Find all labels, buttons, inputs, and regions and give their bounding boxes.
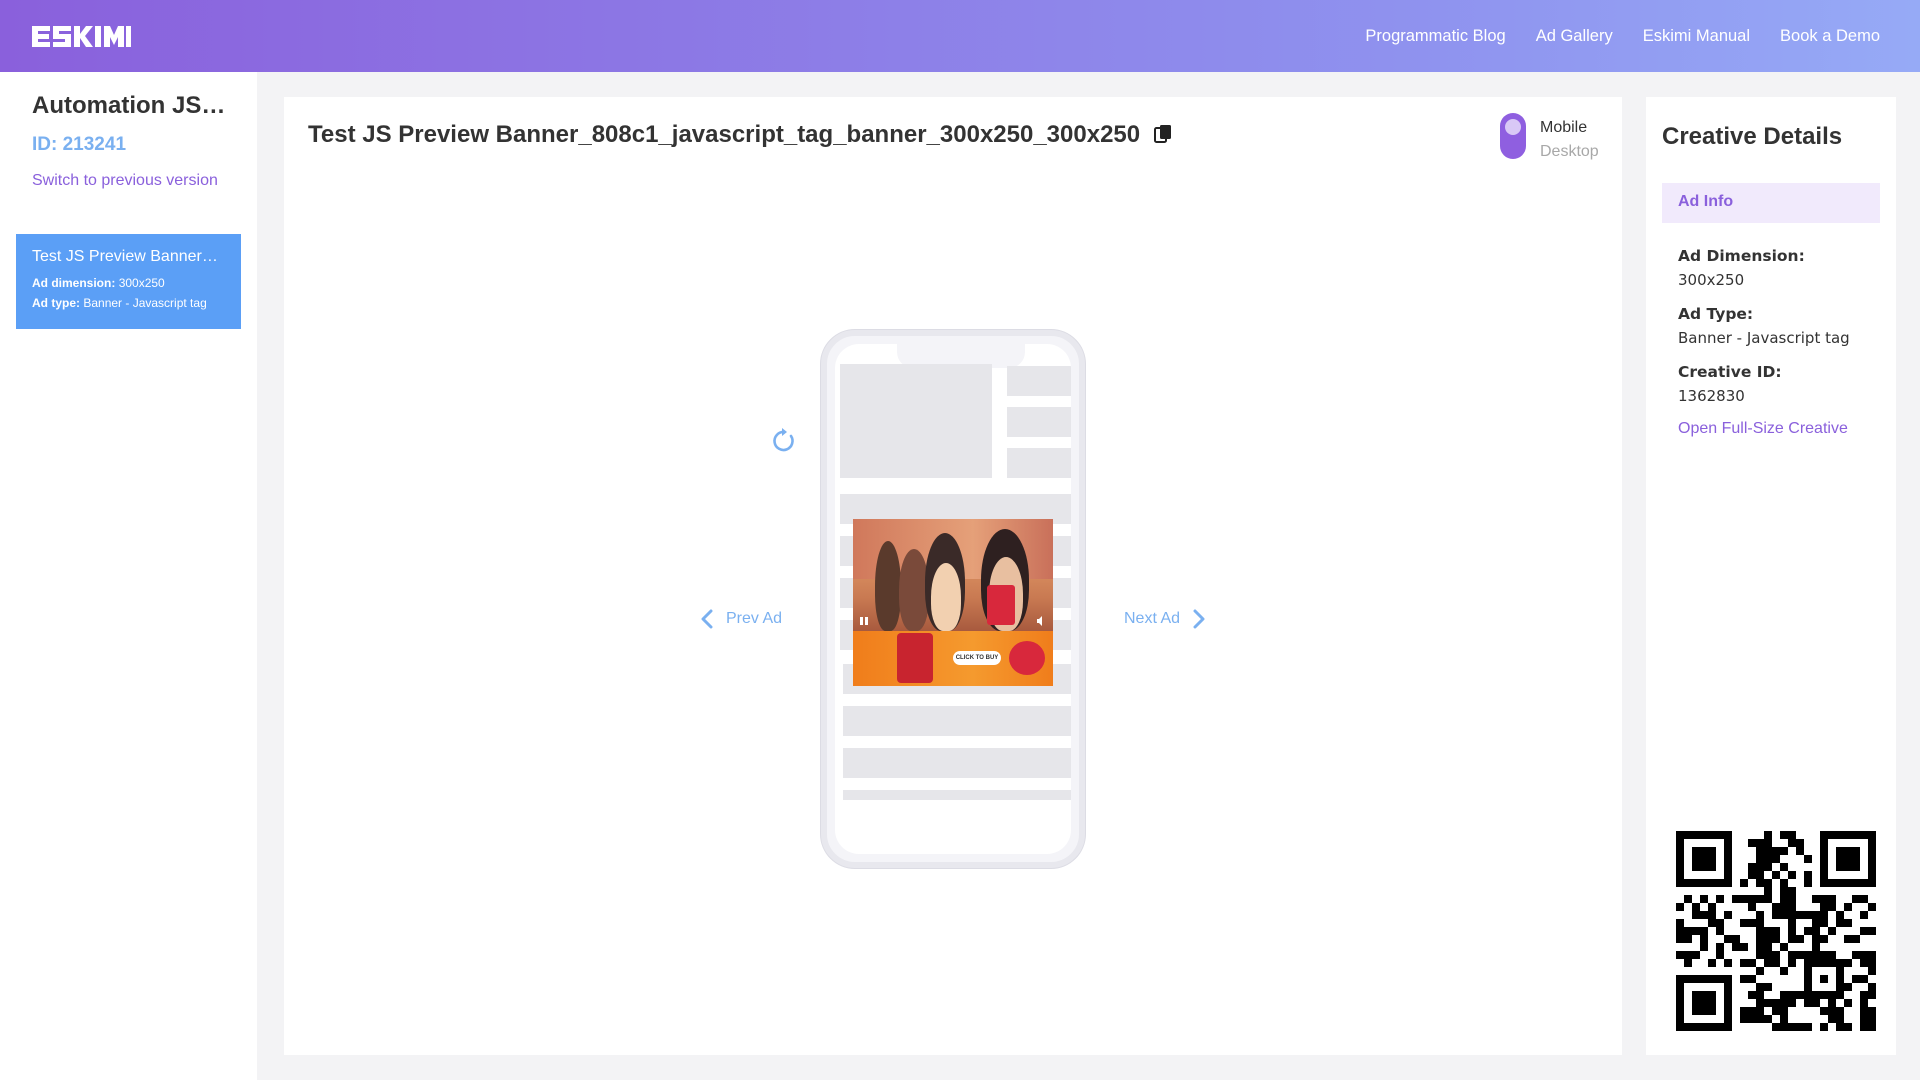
nav-programmatic-blog[interactable]: Programmatic Blog	[1365, 27, 1505, 46]
ad-dimension-value: 300x250	[1678, 271, 1745, 289]
placeholder-block	[1007, 407, 1071, 437]
details-title: Creative Details	[1662, 123, 1843, 150]
placeholder-block	[843, 748, 1071, 778]
open-full-size-link[interactable]: Open Full-Size Creative	[1678, 420, 1848, 438]
campaign-title: Automation JS Preview	[32, 92, 227, 119]
chevron-right-icon	[1193, 609, 1205, 629]
creative-list-item-dimension: Ad dimension: 300x250	[32, 276, 225, 290]
next-ad-button[interactable]: Next Ad	[1124, 609, 1206, 629]
creative-id-value: 1362830	[1678, 387, 1745, 405]
toggle-mobile-label[interactable]: Mobile	[1540, 119, 1587, 137]
product-pack-large	[897, 633, 933, 683]
sidebar: Automation JS Preview ID: 213241 Switch …	[0, 72, 257, 1080]
next-ad-label: Next Ad	[1124, 610, 1181, 627]
device-toggle[interactable]	[1500, 113, 1526, 159]
placeholder-block	[840, 364, 992, 478]
placeholder-block	[843, 706, 1071, 736]
preview-panel: Test JS Preview Banner_808c1_javascript_…	[284, 97, 1622, 1055]
nav-eskimi-manual[interactable]: Eskimi Manual	[1643, 27, 1750, 46]
ad-type-label: Ad Type:	[1678, 305, 1754, 323]
nav-ad-gallery[interactable]: Ad Gallery	[1536, 27, 1613, 46]
toggle-desktop-label[interactable]: Desktop	[1540, 143, 1599, 161]
ad-dimension-label: Ad Dimension:	[1678, 247, 1805, 265]
placeholder-block	[1007, 366, 1071, 396]
cta-button[interactable]: CLICK TO BUY	[953, 651, 1001, 665]
switch-version-link[interactable]: Switch to previous version	[32, 172, 218, 190]
ad-banner-strip[interactable]: CLICK TO BUY	[853, 631, 1053, 686]
tab-ad-info[interactable]: Ad Info	[1662, 183, 1880, 223]
product-pack	[987, 585, 1015, 625]
type-label: Ad type:	[32, 296, 80, 310]
type-value: Banner - Javascript tag	[83, 296, 207, 310]
dimension-value: 300x250	[118, 276, 165, 290]
creative-list-item-type: Ad type: Banner - Javascript tag	[32, 296, 225, 310]
prev-ad-label: Prev Ad	[726, 610, 783, 627]
nav-book-a-demo[interactable]: Book a Demo	[1780, 27, 1880, 46]
placeholder-block	[1007, 448, 1071, 478]
ad-creative[interactable]: CLICK TO BUY	[853, 519, 1053, 686]
mute-icon[interactable]	[1035, 615, 1047, 627]
pause-icon[interactable]	[858, 615, 870, 627]
placeholder-block	[843, 790, 1071, 800]
campaign-id: ID: 213241	[32, 134, 127, 155]
eskimi-logo[interactable]	[30, 22, 132, 50]
dimension-label: Ad dimension:	[32, 276, 116, 290]
creative-details-panel: Creative Details Ad Info Ad Dimension: 3…	[1646, 97, 1896, 1055]
refresh-icon[interactable]	[770, 427, 798, 455]
chevron-left-icon	[701, 609, 713, 629]
ad-video[interactable]	[853, 519, 1053, 631]
creative-title: Test JS Preview Banner_808c1_javascript_…	[308, 121, 1141, 148]
prev-ad-button[interactable]: Prev Ad	[700, 609, 782, 629]
ad-type-value: Banner - Javascript tag	[1678, 329, 1850, 347]
top-nav: Programmatic Blog Ad Gallery Eskimi Manu…	[1335, 0, 1880, 72]
qr-code	[1676, 831, 1876, 1031]
ad-figure	[931, 563, 961, 631]
top-header: Programmatic Blog Ad Gallery Eskimi Manu…	[0, 0, 1920, 72]
creative-list-item-title: Test JS Preview Banner_808c1_javascript_…	[32, 248, 225, 265]
creative-list-item[interactable]: Test JS Preview Banner_808c1_javascript_…	[16, 234, 241, 329]
ad-figure	[875, 541, 901, 631]
toggle-knob	[1505, 119, 1521, 135]
copy-icon[interactable]	[1154, 124, 1172, 144]
brand-badge	[1009, 641, 1045, 675]
creative-id-label: Creative ID:	[1678, 363, 1782, 381]
